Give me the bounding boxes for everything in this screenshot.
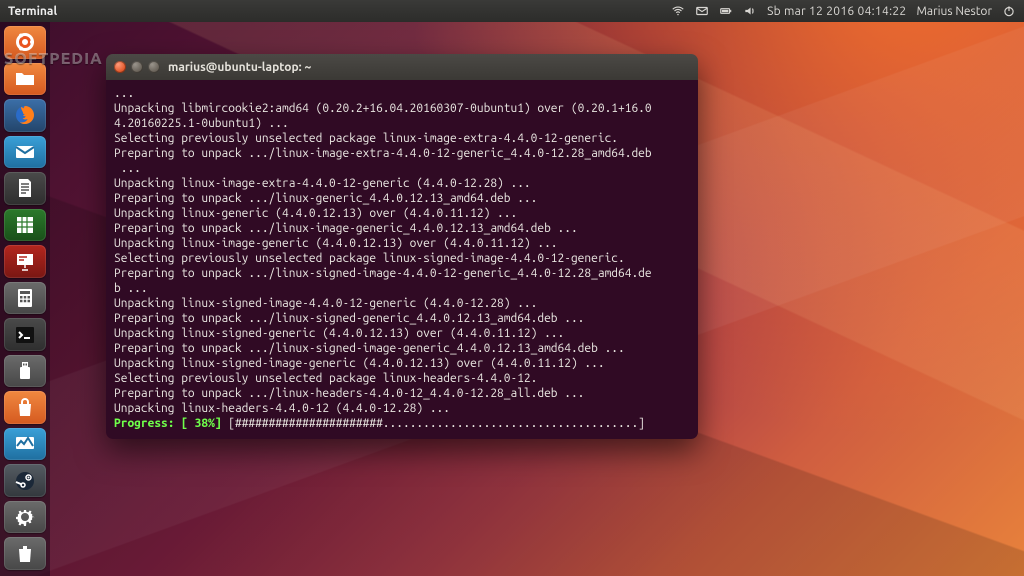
terminal-line: Unpacking linux-image-extra-4.4.0-12-gen… bbox=[114, 176, 690, 191]
terminal-line: Unpacking linux-headers-4.4.0-12 (4.4.0-… bbox=[114, 401, 690, 416]
terminal-line: Preparing to unpack .../linux-image-extr… bbox=[114, 146, 690, 161]
terminal-line: Unpacking linux-signed-generic (4.4.0.12… bbox=[114, 326, 690, 341]
shopping-bag-icon bbox=[13, 396, 37, 420]
indicator-area: Sb mar 12 2016 04:14:22 Marius Nestor bbox=[671, 4, 1016, 18]
panel-user[interactable]: Marius Nestor bbox=[916, 5, 992, 18]
monitor-chart-icon bbox=[13, 432, 37, 456]
launcher-system-monitor[interactable] bbox=[4, 428, 46, 461]
gear-icon bbox=[13, 505, 37, 529]
steam-icon bbox=[13, 469, 37, 493]
firefox-icon bbox=[13, 103, 37, 127]
launcher-libre-writer[interactable] bbox=[4, 172, 46, 205]
launcher-software-center[interactable] bbox=[4, 391, 46, 424]
terminal-line: Unpacking linux-generic (4.4.0.12.13) ov… bbox=[114, 206, 690, 221]
watermark: SOFTPEDIA bbox=[4, 50, 103, 68]
presentation-icon bbox=[13, 249, 37, 273]
terminal-line: ... bbox=[114, 86, 690, 101]
terminal-line: Preparing to unpack .../linux-signed-ima… bbox=[114, 266, 690, 281]
terminal-line: Selecting previously unselected package … bbox=[114, 371, 690, 386]
minimize-icon[interactable] bbox=[131, 61, 143, 73]
trash-icon bbox=[13, 542, 37, 566]
mail-app-icon bbox=[13, 140, 37, 164]
terminal-line: Preparing to unpack .../linux-image-gene… bbox=[114, 221, 690, 236]
panel-clock[interactable]: Sb mar 12 2016 04:14:22 bbox=[767, 5, 906, 18]
launcher-thunderbird[interactable] bbox=[4, 136, 46, 169]
launcher-settings[interactable] bbox=[4, 501, 46, 534]
terminal-line: ... bbox=[114, 161, 690, 176]
close-icon[interactable] bbox=[114, 61, 126, 73]
terminal-window[interactable]: marius@ubuntu-laptop: ~ ...Unpacking lib… bbox=[106, 54, 698, 439]
launcher-steam[interactable] bbox=[4, 464, 46, 497]
mail-icon[interactable] bbox=[695, 4, 709, 18]
terminal-line: Unpacking linux-image-generic (4.4.0.12.… bbox=[114, 236, 690, 251]
terminal-line: Unpacking linux-signed-image-generic (4.… bbox=[114, 356, 690, 371]
network-wifi-icon[interactable] bbox=[671, 4, 685, 18]
launcher-usb-creator[interactable] bbox=[4, 355, 46, 388]
terminal-line: Preparing to unpack .../linux-signed-ima… bbox=[114, 341, 690, 356]
battery-icon[interactable] bbox=[719, 4, 733, 18]
launcher-libre-impress[interactable] bbox=[4, 245, 46, 278]
active-app-name: Terminal bbox=[8, 5, 57, 18]
power-icon[interactable] bbox=[1002, 4, 1016, 18]
terminal-line: 4.20160225.1-0ubuntu1) ... bbox=[114, 116, 690, 131]
spreadsheet-icon bbox=[13, 213, 37, 237]
top-panel: Terminal Sb mar 12 2016 04:14:22 Marius … bbox=[0, 0, 1024, 22]
terminal-title: marius@ubuntu-laptop: ~ bbox=[168, 61, 311, 74]
maximize-icon[interactable] bbox=[148, 61, 160, 73]
terminal-line: Unpacking libmircookie2:amd64 (0.20.2+16… bbox=[114, 101, 690, 116]
folder-icon bbox=[13, 67, 37, 91]
terminal-line: Preparing to unpack .../linux-signed-gen… bbox=[114, 311, 690, 326]
usb-icon bbox=[13, 359, 37, 383]
terminal-line: Selecting previously unselected package … bbox=[114, 131, 690, 146]
launcher-libre-calc[interactable] bbox=[4, 209, 46, 242]
terminal-line: Preparing to unpack .../linux-headers-4.… bbox=[114, 386, 690, 401]
launcher-calculator[interactable] bbox=[4, 282, 46, 315]
terminal-icon bbox=[13, 323, 37, 347]
terminal-line: Preparing to unpack .../linux-generic_4.… bbox=[114, 191, 690, 206]
launcher-trash[interactable] bbox=[4, 537, 46, 570]
calculator-icon bbox=[13, 286, 37, 310]
volume-icon[interactable] bbox=[743, 4, 757, 18]
unity-launcher bbox=[0, 22, 50, 576]
terminal-titlebar[interactable]: marius@ubuntu-laptop: ~ bbox=[106, 54, 698, 80]
terminal-line: Selecting previously unselected package … bbox=[114, 251, 690, 266]
document-icon bbox=[13, 176, 37, 200]
terminal-output[interactable]: ...Unpacking libmircookie2:amd64 (0.20.2… bbox=[106, 80, 698, 439]
terminal-progress: Progress: [ 38%] [######################… bbox=[114, 416, 690, 431]
launcher-firefox[interactable] bbox=[4, 99, 46, 132]
terminal-line: b ... bbox=[114, 281, 690, 296]
launcher-terminal[interactable] bbox=[4, 318, 46, 351]
terminal-line: Unpacking linux-signed-image-4.4.0-12-ge… bbox=[114, 296, 690, 311]
